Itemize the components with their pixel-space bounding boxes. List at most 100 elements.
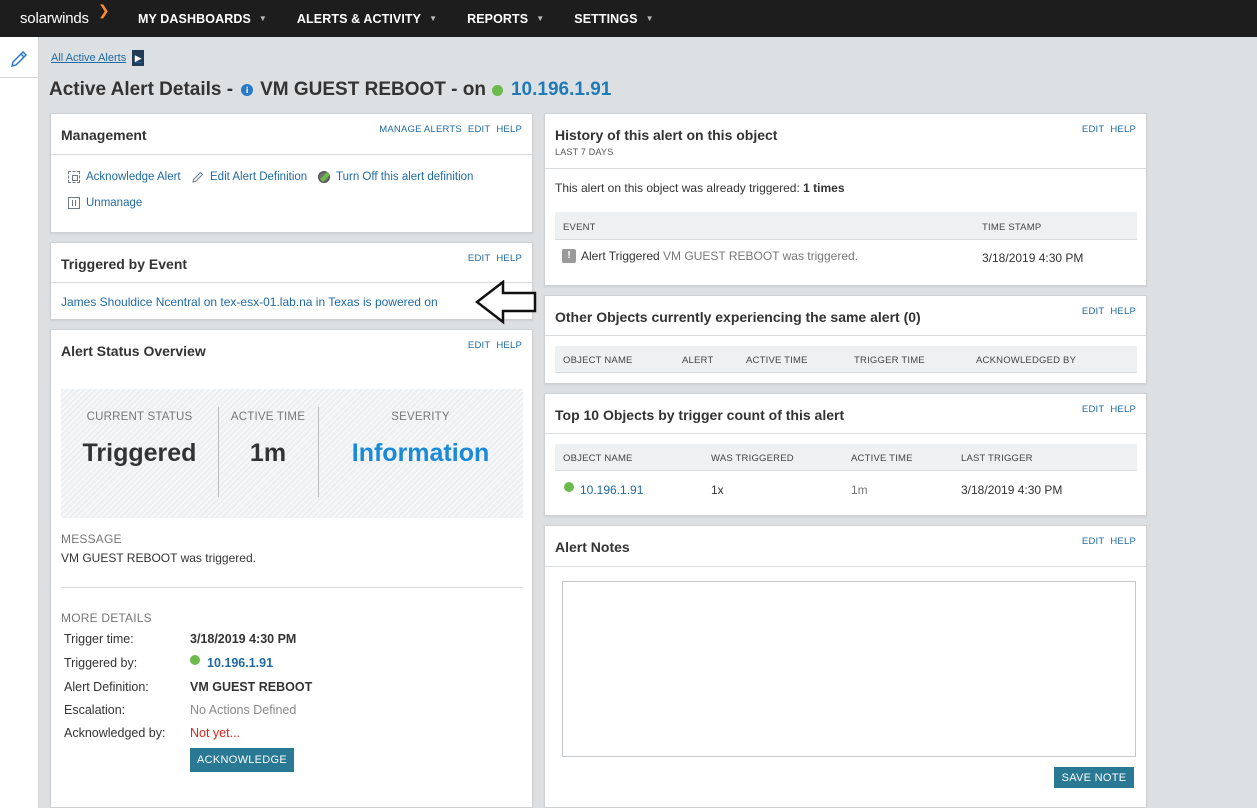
turn-off-alert-action[interactable]: Turn Off this alert definition (318, 171, 473, 183)
detail-value: 10.196.1.91 (190, 655, 273, 670)
triggered-event-message[interactable]: James Shouldice Ncentral on tex-esx-01.l… (61, 295, 438, 309)
page-title: Active Alert Details - i VM GUEST REBOOT… (49, 79, 611, 101)
panel-links: EDIT HELP (462, 253, 522, 264)
detail-key: Triggered by: (64, 656, 138, 670)
help-link[interactable]: HELP (1110, 536, 1136, 547)
detail-value: No Actions Defined (190, 703, 297, 717)
breadcrumb-all-active-alerts[interactable]: All Active Alerts (51, 52, 126, 64)
panel-links: MANAGE ALERTS EDIT HELP (373, 124, 522, 135)
top10-was-triggered-cell: 1x (711, 483, 724, 497)
col-object-name: OBJECT NAME (563, 355, 633, 366)
alert-status-overview-panel: Alert Status Overview EDIT HELP CURRENT S… (50, 329, 533, 808)
panel-title: Triggered by Event (61, 256, 188, 272)
detail-escalation: Escalation: No Actions Defined (64, 703, 296, 717)
top-nav-bar: solarwinds ❯ MY DASHBOARDS ▼ ALERTS & ACT… (0, 0, 1257, 37)
unmanage-action[interactable]: Unmanage (68, 197, 142, 209)
more-details-label: MORE DETAILS (61, 611, 152, 625)
save-note-button[interactable]: SAVE NOTE (1054, 767, 1134, 788)
edit-link[interactable]: EDIT (468, 253, 490, 264)
divider (61, 587, 523, 588)
edit-alert-definition-action[interactable]: Edit Alert Definition (192, 171, 307, 183)
col-last-trigger: LAST TRIGGER (961, 453, 1033, 464)
edit-link[interactable]: EDIT (1082, 404, 1104, 415)
triggered-by-link[interactable]: 10.196.1.91 (207, 656, 273, 670)
edit-link[interactable]: EDIT (1082, 536, 1104, 547)
edit-link[interactable]: EDIT (468, 124, 490, 135)
panel-links: EDIT HELP (1076, 306, 1136, 317)
panel-header: History of this alert on this object LAS… (545, 114, 1146, 169)
nav-alerts-activity[interactable]: ALERTS & ACTIVITY ▼ (297, 12, 437, 26)
top10-last-trigger-cell: 3/18/2019 4:30 PM (961, 483, 1063, 497)
panel-links: EDIT HELP (1076, 536, 1136, 547)
help-link[interactable]: HELP (1110, 124, 1136, 135)
turn-off-icon (318, 171, 330, 183)
title-alert-name: VM GUEST REBOOT - on (260, 79, 486, 100)
panel-title: Alert Status Overview (61, 343, 206, 359)
action-label: Turn Off this alert definition (336, 171, 474, 183)
event-desc: VM GUEST REBOOT was triggered. (663, 249, 858, 263)
edit-link[interactable]: EDIT (468, 340, 490, 351)
caret-down-icon: ▼ (645, 14, 654, 23)
help-link[interactable]: HELP (496, 253, 522, 264)
col-acknowledged-by: ACKNOWLEDGED BY (976, 355, 1077, 366)
alert-notes-textarea[interactable] (562, 581, 1136, 757)
pencil-icon[interactable] (9, 49, 29, 69)
caret-down-icon: ▼ (536, 14, 545, 23)
col-was-triggered: WAS TRIGGERED (711, 453, 794, 464)
title-object-link[interactable]: 10.196.1.91 (511, 79, 611, 101)
object-link[interactable]: 10.196.1.91 (580, 483, 643, 497)
current-status-stat: CURRENT STATUS Triggered (61, 389, 218, 518)
info-icon: i (241, 84, 254, 96)
panel-links: EDIT HELP (1076, 124, 1136, 135)
logo-text: solarwinds (20, 10, 89, 27)
summary-text: This alert on this object was already tr… (555, 181, 800, 195)
edit-link[interactable]: EDIT (1082, 306, 1104, 317)
detail-trigger-time: Trigger time: 3/18/2019 4:30 PM (64, 632, 296, 646)
pencil-icon (192, 171, 204, 183)
col-event: EVENT (563, 222, 596, 233)
status-up-icon (564, 482, 574, 492)
chevron-right-icon[interactable]: ▶ (132, 50, 145, 66)
acknowledge-icon (68, 171, 80, 183)
detail-key: Alert Definition: (64, 680, 149, 694)
detail-value: Not yet... (190, 726, 241, 740)
acknowledge-alert-action[interactable]: Acknowledge Alert (68, 171, 181, 183)
rail-divider (0, 77, 39, 78)
nav-reports[interactable]: REPORTS ▼ (467, 12, 544, 26)
event-type: Alert Triggered (581, 249, 660, 263)
warning-icon: ! (562, 249, 576, 263)
help-link[interactable]: HELP (496, 124, 522, 135)
help-link[interactable]: HELP (496, 340, 522, 351)
status-up-icon (491, 84, 503, 96)
stat-label: ACTIVE TIME (230, 411, 306, 423)
status-summary-box: CURRENT STATUS Triggered ACTIVE TIME 1m … (61, 389, 523, 518)
panel-links: EDIT HELP (462, 340, 522, 351)
stat-label: CURRENT STATUS (86, 411, 193, 423)
severity-stat: SEVERITY Information (318, 389, 523, 518)
top10-active-time-cell: 1m (851, 483, 868, 497)
nav-settings[interactable]: SETTINGS ▼ (574, 12, 653, 26)
panel-subtitle: LAST 7 DAYS (555, 147, 614, 157)
status-up-icon (190, 655, 200, 665)
nav-my-dashboards[interactable]: MY DASHBOARDS ▼ (138, 12, 267, 26)
panel-title: Alert Notes (555, 539, 630, 555)
detail-value: 3/18/2019 4:30 PM (190, 632, 297, 646)
history-summary: This alert on this object was already tr… (555, 181, 845, 195)
detail-value: VM GUEST REBOOT (190, 680, 313, 694)
divider (545, 433, 1146, 434)
acknowledge-button[interactable]: ACKNOWLEDGE (190, 748, 294, 772)
solarwinds-logo[interactable]: solarwinds ❯ (20, 2, 128, 27)
message-label: MESSAGE (61, 532, 122, 546)
top10-objects-panel: Top 10 Objects by trigger count of this … (544, 393, 1147, 516)
detail-key: Trigger time: (64, 632, 134, 646)
divider (545, 335, 1146, 336)
panel-header: Management MANAGE ALERTS EDIT HELP (51, 114, 532, 155)
detail-alert-definition: Alert Definition: VM GUEST REBOOT (64, 680, 312, 694)
other-objects-table-header: OBJECT NAME ALERT ACTIVE TIME TRIGGER TI… (555, 346, 1137, 373)
edit-link[interactable]: EDIT (1082, 124, 1104, 135)
help-link[interactable]: HELP (1110, 306, 1136, 317)
caret-down-icon: ▼ (258, 14, 267, 23)
manage-alerts-link[interactable]: MANAGE ALERTS (379, 124, 462, 135)
col-timestamp: TIME STAMP (982, 222, 1042, 233)
help-link[interactable]: HELP (1110, 404, 1136, 415)
